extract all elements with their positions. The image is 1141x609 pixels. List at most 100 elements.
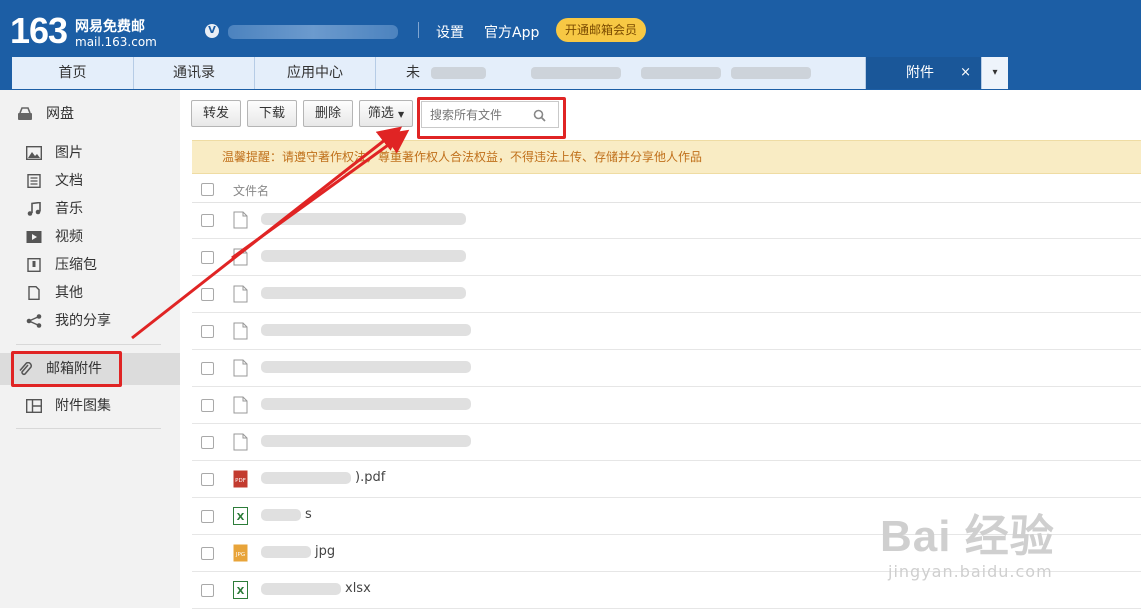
table-row[interactable]	[192, 202, 1141, 239]
file-name[interactable]: ).pdf	[355, 470, 385, 485]
share-icon	[26, 314, 42, 328]
doc-file-icon	[233, 211, 248, 229]
sidebar-item-label: 音乐	[55, 201, 83, 217]
cloud-drive-icon	[18, 107, 32, 120]
table-row[interactable]	[192, 387, 1141, 424]
row-checkbox[interactable]	[201, 362, 214, 375]
tab-attachments-label: 附件	[906, 65, 934, 81]
tab-unread-label: 未	[406, 65, 420, 81]
sidebar-item-video[interactable]: 视频	[0, 223, 180, 251]
filename-blurred	[261, 250, 466, 262]
sidebar-item-docs[interactable]: 文档	[0, 167, 180, 195]
table-row[interactable]	[192, 276, 1141, 313]
filter-button[interactable]: 筛选 ▼	[359, 100, 413, 127]
filename-blurred	[261, 546, 311, 558]
tab-attachments[interactable]: 附件 ×	[866, 57, 982, 89]
chevron-down-icon[interactable]: ▾	[982, 57, 1008, 89]
filename-blurred	[261, 583, 341, 595]
tab-unread[interactable]: 未	[376, 57, 866, 89]
tab-contacts[interactable]: 通讯录	[134, 57, 255, 89]
archive-icon	[27, 258, 41, 272]
svg-text:X: X	[237, 512, 245, 523]
sidebar-item-images[interactable]: 图片	[0, 139, 180, 167]
sidebar-item-my-share[interactable]: 我的分享	[0, 307, 180, 335]
table-row[interactable]	[192, 350, 1141, 387]
sidebar-item-music[interactable]: 音乐	[0, 195, 180, 223]
sidebar-item-label: 我的分享	[55, 313, 111, 329]
forward-button[interactable]: 转发	[191, 100, 241, 127]
header-divider	[418, 22, 419, 38]
music-icon	[27, 202, 41, 216]
row-checkbox[interactable]	[201, 399, 214, 412]
tab-blurred-1	[431, 67, 486, 79]
tab-blurred-2	[531, 67, 621, 79]
doc-file-icon	[233, 359, 248, 377]
filename-blurred	[261, 472, 351, 484]
svg-text:JPG: JPG	[235, 552, 245, 558]
list-header: 文件名	[192, 178, 1141, 203]
row-checkbox[interactable]	[201, 288, 214, 301]
top-header: 163 网易免费邮 mail.163.com V 设置 官方App 开通邮箱会员…	[0, 0, 1141, 90]
table-row[interactable]	[192, 424, 1141, 461]
row-checkbox[interactable]	[201, 251, 214, 264]
caret-down-icon: ▼	[398, 110, 405, 119]
tab-home[interactable]: 首页	[12, 57, 134, 89]
highlight-box-search	[417, 97, 566, 139]
table-row[interactable]	[192, 313, 1141, 350]
row-checkbox[interactable]	[201, 436, 214, 449]
app-link[interactable]: 官方App	[484, 22, 539, 42]
table-row[interactable]: PDF).pdf	[192, 461, 1141, 498]
settings-link[interactable]: 设置	[436, 22, 464, 42]
download-button[interactable]: 下载	[247, 100, 297, 127]
sidebar-item-label: 文档	[55, 173, 83, 189]
sidebar-divider	[16, 344, 161, 345]
vip-level-icon[interactable]: V	[205, 24, 219, 38]
sidebar-item-other[interactable]: 其他	[0, 279, 180, 307]
table-row[interactable]	[192, 239, 1141, 276]
filename-blurred	[261, 398, 471, 410]
tab-app-center[interactable]: 应用中心	[255, 57, 376, 89]
doc-file-icon	[233, 322, 248, 340]
column-filename[interactable]: 文件名	[233, 182, 269, 199]
album-icon	[26, 399, 42, 413]
sidebar-divider	[16, 428, 161, 429]
file-name[interactable]: xlsx	[345, 581, 371, 596]
row-checkbox[interactable]	[201, 510, 214, 523]
tab-bar: 首页 通讯录 应用中心 未 附件 × ▾	[12, 57, 1008, 89]
row-checkbox[interactable]	[201, 214, 214, 227]
document-icon	[27, 174, 41, 188]
sidebar-item-netdisk[interactable]: 网盘	[0, 100, 180, 128]
row-checkbox[interactable]	[201, 325, 214, 338]
sidebar-item-label: 图片	[55, 145, 83, 161]
watermark-url: jingyan.baidu.com	[888, 562, 1053, 581]
select-all-checkbox[interactable]	[201, 183, 214, 196]
jpg-file-icon: JPG	[233, 544, 248, 562]
sidebar-item-archives[interactable]: 压缩包	[0, 251, 180, 279]
logo-name: 网易免费邮	[75, 19, 145, 35]
filename-blurred	[261, 213, 466, 225]
filename-blurred	[261, 287, 466, 299]
image-icon	[26, 146, 42, 160]
close-icon[interactable]: ×	[960, 57, 971, 89]
file-name[interactable]: jpg	[315, 544, 335, 559]
logo-url: mail.163.com	[75, 35, 157, 49]
logo-number[interactable]: 163	[10, 10, 68, 52]
xls-file-icon: X	[233, 581, 248, 599]
filename-blurred	[261, 509, 301, 521]
account-name-blurred[interactable]	[228, 25, 398, 39]
sidebar-item-label: 网盘	[46, 106, 74, 122]
sidebar: 网盘 图片 文档 音乐 视频 压缩包 其他 我的分享 邮箱附件 附件图集	[0, 90, 180, 608]
xls-file-icon: X	[233, 507, 248, 525]
tab-blurred-4	[731, 67, 811, 79]
sidebar-item-attachment-album[interactable]: 附件图集	[0, 392, 180, 420]
doc-file-icon	[233, 396, 248, 414]
vip-button[interactable]: 开通邮箱会员	[556, 18, 646, 42]
svg-text:X: X	[237, 586, 245, 597]
delete-button[interactable]: 删除	[303, 100, 353, 127]
row-checkbox[interactable]	[201, 584, 214, 597]
file-name[interactable]: s	[305, 507, 312, 522]
filter-label: 筛选	[367, 106, 394, 121]
row-checkbox[interactable]	[201, 547, 214, 560]
doc-file-icon	[233, 433, 248, 451]
row-checkbox[interactable]	[201, 473, 214, 486]
